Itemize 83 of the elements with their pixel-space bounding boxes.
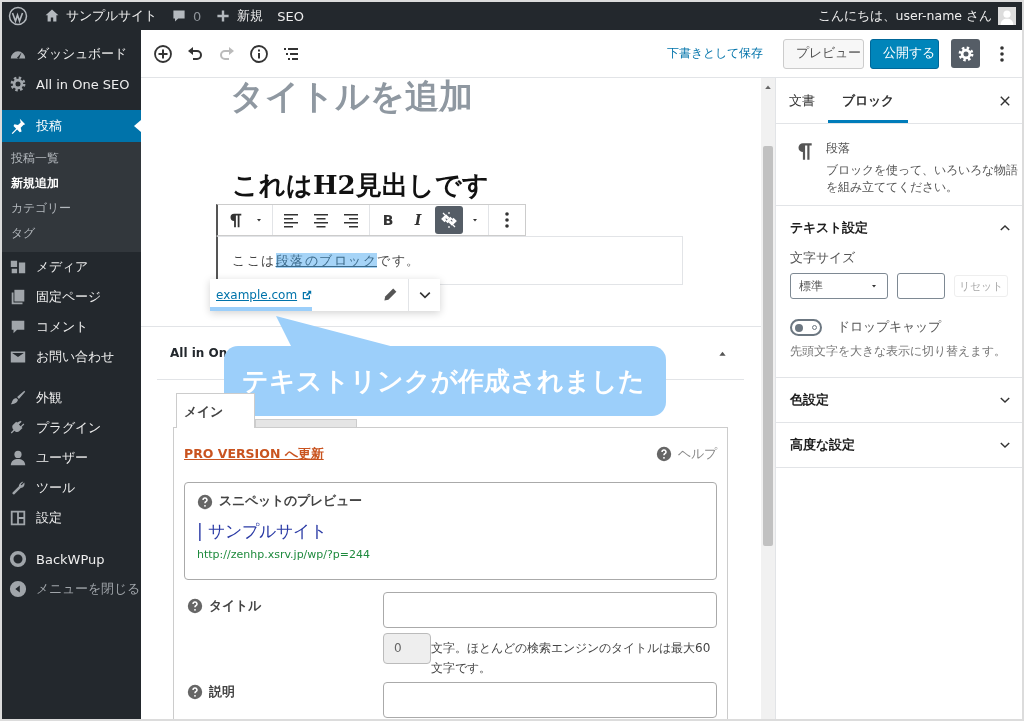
text-link[interactable]: 段落のブロック (275, 252, 377, 268)
menu-item[interactable]: ツール (2, 473, 141, 503)
help-text: 先頭文字を大きな表示に切り替えます。 (790, 344, 1007, 359)
section-header[interactable]: テキスト設定 (776, 206, 1022, 250)
field-label: 説明 (209, 684, 235, 701)
grid-icon (9, 509, 27, 527)
help-link[interactable]: ヘルプ (656, 445, 717, 463)
pencil-icon[interactable] (382, 287, 398, 303)
counter-field[interactable]: 0 (383, 633, 431, 664)
input-field[interactable] (383, 592, 717, 628)
gear-icon (9, 75, 27, 93)
input-field[interactable] (383, 682, 717, 718)
help-icon (187, 598, 203, 614)
toggle-switch[interactable] (790, 319, 822, 336)
menu-item[interactable]: 外観 (2, 383, 141, 413)
snippet-url: http://zenhp.xsrv.jp/wp/?p=244 (197, 548, 372, 561)
home-icon (44, 8, 60, 24)
account-link[interactable]: こんにちは、user-name さん (817, 7, 992, 25)
scroll-up-icon[interactable] (764, 83, 772, 91)
number-field[interactable] (897, 273, 945, 299)
hint-text: 文字。ほとんどの検索エンジンのタイトルは最大60文字です。 (431, 640, 712, 677)
info-icon[interactable] (249, 43, 269, 64)
tab[interactable]: メイン (176, 393, 255, 428)
snippet-heading: スニペットのプレビュー (219, 493, 362, 510)
collapse-menu-link[interactable]: メニューを閉じる (2, 574, 141, 604)
wordpress-logo-icon[interactable] (8, 6, 28, 26)
heading-text: これはH2見出しです (232, 170, 489, 200)
scrollbar-thumb[interactable] (763, 146, 773, 546)
menu-item[interactable]: お問い合わせ (2, 342, 141, 372)
collapse-icon (9, 580, 27, 598)
media-icon (9, 258, 27, 276)
snippet-title: | サンプルサイト (197, 520, 329, 543)
plus-icon (215, 8, 232, 24)
add-block-icon[interactable] (153, 43, 173, 64)
seo-link[interactable]: SEO (277, 8, 304, 24)
settings-icon (956, 44, 975, 63)
menu-item[interactable]: 投稿 (2, 110, 141, 142)
submenu-item[interactable]: 投稿一覧 (2, 146, 141, 171)
field-label: タイトル (209, 598, 261, 615)
submenu-item[interactable]: タグ (2, 221, 141, 246)
paragraph-text: ここは 段落のブロック です。 (232, 251, 421, 270)
font-size-select[interactable]: 標準 (790, 273, 888, 299)
block-description: ブロックを使って、いろいろな物語を組み立ててください。 (826, 162, 1019, 196)
menu-item[interactable]: ダッシュボード (2, 39, 141, 69)
submenu-item[interactable]: 新規追加 (2, 171, 141, 196)
menu-item[interactable]: 設定 (2, 503, 141, 533)
pin-icon (9, 117, 27, 135)
upgrade-link[interactable]: PRO VERSION へ更新 (184, 445, 324, 463)
help-icon (197, 493, 213, 510)
toggle-label: ドロップキャップ (837, 319, 941, 336)
publish-button[interactable]: 公開する (870, 38, 939, 69)
brush-icon (9, 389, 27, 407)
section-header[interactable]: 色設定 (776, 378, 1022, 422)
menu-item[interactable]: コメント (2, 312, 141, 342)
field-label: 文字サイズ (790, 250, 856, 267)
comment-icon (171, 8, 187, 24)
bold-button[interactable]: B (375, 206, 401, 234)
italic-button[interactable]: I (405, 206, 431, 234)
pages-icon (9, 288, 27, 306)
menu-item[interactable]: All in One SEO (2, 69, 141, 99)
user-icon (9, 449, 27, 467)
preview-button[interactable]: プレビュー (783, 38, 864, 69)
site-name-link[interactable]: サンプルサイト (44, 7, 157, 25)
menu-item[interactable]: BackWPup (2, 544, 141, 574)
block-name: 段落 (826, 140, 851, 157)
submenu-item[interactable]: カテゴリー (2, 196, 141, 221)
settings-button[interactable] (951, 39, 980, 68)
menu-item[interactable]: 固定ページ (2, 282, 141, 312)
help-icon (187, 684, 203, 700)
menu-item[interactable]: ユーザー (2, 443, 141, 473)
help-icon (656, 446, 672, 462)
section-header[interactable]: 高度な設定 (776, 423, 1022, 467)
tab[interactable]: ブロック (828, 78, 908, 123)
save-draft-link[interactable]: 下書きとして保存 (667, 45, 763, 62)
broken-chain-icon (439, 210, 459, 230)
comments-link[interactable]: 0 (171, 8, 202, 24)
menu-item[interactable]: メディア (2, 252, 141, 282)
external-link-icon (301, 289, 314, 301)
new-content-link[interactable]: 新規 (215, 7, 264, 25)
url-link[interactable]: example.com (216, 288, 314, 302)
unlink-button[interactable] (435, 206, 463, 234)
menu-item[interactable]: プラグイン (2, 413, 141, 443)
tab[interactable]: 文書 (776, 78, 828, 123)
